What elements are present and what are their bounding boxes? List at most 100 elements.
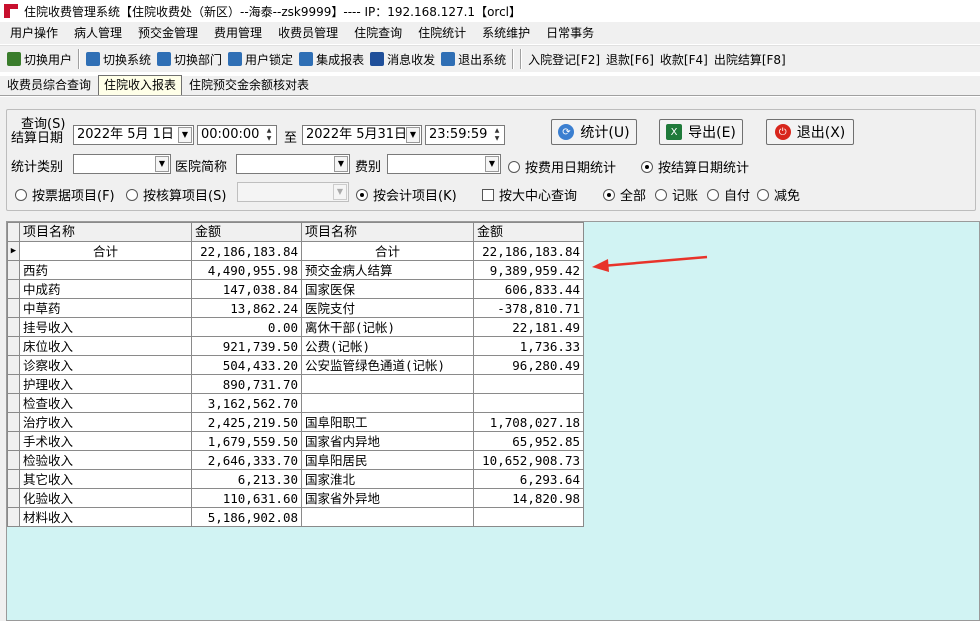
table-cell[interactable]: 22,181.49 bbox=[473, 317, 584, 337]
toolbar-button-0[interactable]: 切换用户 bbox=[4, 48, 75, 70]
table-cell[interactable]: 化验收入 bbox=[19, 488, 192, 508]
table-cell[interactable]: 合计 bbox=[301, 241, 474, 261]
table-cell[interactable]: 10,652,908.73 bbox=[473, 450, 584, 470]
menu-item-7[interactable]: 系统维护 bbox=[474, 22, 538, 44]
time-from-stepper[interactable]: 00:00:00 ▲ ▼ bbox=[197, 125, 277, 145]
table-cell[interactable]: 预交金病人结算 bbox=[301, 260, 474, 280]
table-cell[interactable] bbox=[301, 374, 474, 394]
table-cell[interactable]: 医院支付 bbox=[301, 298, 474, 318]
table-cell[interactable]: 国家省内异地 bbox=[301, 431, 474, 451]
menu-item-3[interactable]: 费用管理 bbox=[206, 22, 270, 44]
table-cell[interactable] bbox=[301, 507, 474, 527]
table-row[interactable]: 材料收入 5,186,902.08 bbox=[7, 507, 584, 527]
table-cell[interactable]: 22,186,183.84 bbox=[473, 241, 584, 261]
table-cell[interactable]: 3,162,562.70 bbox=[191, 393, 302, 413]
menu-item-6[interactable]: 住院统计 bbox=[410, 22, 474, 44]
category-select[interactable]: ▼ bbox=[73, 154, 171, 174]
toolbar-button-2[interactable]: 切换部门 bbox=[154, 48, 225, 70]
table-row[interactable]: 检验收入 2,646,333.70 国阜阳居民 10,652,908.73 bbox=[7, 450, 584, 470]
table-row[interactable]: 中草药 13,862.24 医院支付 -378,810.71 bbox=[7, 298, 584, 318]
table-cell[interactable]: -378,810.71 bbox=[473, 298, 584, 318]
checkbox-box[interactable] bbox=[482, 188, 494, 201]
spin-arrows-icon[interactable]: ▲ ▼ bbox=[263, 127, 275, 143]
toolbar-button-4[interactable]: 集成报表 bbox=[296, 48, 367, 70]
toolbar-button-6[interactable]: 退出系统 bbox=[438, 48, 509, 70]
table-cell[interactable]: 治疗收入 bbox=[19, 412, 192, 432]
table-cell[interactable]: 国家淮北 bbox=[301, 469, 474, 489]
table-cell[interactable]: 合计 bbox=[19, 241, 192, 261]
radio-settle-date[interactable]: 按结算日期统计 bbox=[641, 157, 749, 176]
hospital-select[interactable]: ▼ bbox=[236, 154, 350, 174]
chevron-down-icon[interactable]: ▼ bbox=[178, 127, 192, 143]
table-cell[interactable]: 6,213.30 bbox=[191, 469, 302, 489]
table-row[interactable]: 化验收入 110,631.60 国家省外异地 14,820.98 bbox=[7, 488, 584, 508]
radio-account-item[interactable]: 按会计项目(K) bbox=[356, 185, 457, 204]
table-cell[interactable]: 0.00 bbox=[191, 317, 302, 337]
table-cell[interactable]: 110,631.60 bbox=[191, 488, 302, 508]
radio-circle-selected[interactable] bbox=[641, 160, 653, 173]
table-row[interactable]: 床位收入 921,739.50 公费(记帐) 1,736.33 bbox=[7, 336, 584, 356]
radio-circle[interactable] bbox=[508, 160, 520, 173]
table-cell[interactable]: 国阜阳居民 bbox=[301, 450, 474, 470]
table-cell[interactable]: 国家省外异地 bbox=[301, 488, 474, 508]
table-row[interactable]: 中成药 147,038.84 国家医保 606,833.44 bbox=[7, 279, 584, 299]
toolbar-button-7[interactable]: 入院登记[F2] bbox=[525, 48, 603, 70]
table-cell[interactable] bbox=[473, 374, 584, 394]
column-header[interactable]: 项目名称 bbox=[19, 222, 192, 242]
table-cell[interactable]: 1,708,027.18 bbox=[473, 412, 584, 432]
time-to-stepper[interactable]: 23:59:59 ▲ ▼ bbox=[425, 125, 505, 145]
radio-fee-date[interactable]: 按费用日期统计 bbox=[508, 157, 616, 176]
table-cell[interactable]: 诊察收入 bbox=[19, 355, 192, 375]
toolbar-button-9[interactable]: 收款[F4] bbox=[657, 48, 711, 70]
table-row[interactable]: 治疗收入 2,425,219.50 国阜阳职工 1,708,027.18 bbox=[7, 412, 584, 432]
toolbar-button-3[interactable]: 用户锁定 bbox=[225, 48, 296, 70]
table-cell[interactable]: 2,646,333.70 bbox=[191, 450, 302, 470]
radio-circle[interactable] bbox=[15, 188, 27, 201]
radio-circle[interactable] bbox=[757, 188, 769, 201]
center-query-checkbox[interactable]: 按大中心查询 bbox=[482, 185, 577, 204]
menu-item-5[interactable]: 住院查询 bbox=[346, 22, 410, 44]
tab-2[interactable]: 住院预交金余额核对表 bbox=[184, 76, 314, 95]
table-cell[interactable]: 5,186,902.08 bbox=[191, 507, 302, 527]
table-cell[interactable]: 公安监管绿色通道(记帐) bbox=[301, 355, 474, 375]
column-header[interactable]: 金额 bbox=[191, 222, 302, 242]
table-row[interactable]: 检查收入 3,162,562.70 bbox=[7, 393, 584, 413]
date-from-picker[interactable]: 2022年 5月 1日 ▼ bbox=[73, 125, 194, 145]
chevron-down-icon[interactable]: ▼ bbox=[155, 156, 169, 172]
table-cell[interactable]: 65,952.85 bbox=[473, 431, 584, 451]
table-cell[interactable]: 22,186,183.84 bbox=[191, 241, 302, 261]
table-cell[interactable] bbox=[473, 507, 584, 527]
tab-1[interactable]: 住院收入报表 bbox=[98, 75, 183, 95]
table-cell[interactable]: 床位收入 bbox=[19, 336, 192, 356]
radio-all[interactable]: 全部 bbox=[603, 185, 646, 204]
date-to-picker[interactable]: 2022年 5月31日 ▼ bbox=[302, 125, 422, 145]
radio-circle-selected[interactable] bbox=[603, 188, 615, 201]
table-row[interactable]: ▶ 合计 22,186,183.84 合计 22,186,183.84 bbox=[7, 241, 584, 261]
table-cell[interactable]: 其它收入 bbox=[19, 469, 192, 489]
radio-charge[interactable]: 记账 bbox=[655, 185, 698, 204]
table-row[interactable]: 其它收入 6,213.30 国家淮北 6,293.64 bbox=[7, 469, 584, 489]
table-cell[interactable]: 检验收入 bbox=[19, 450, 192, 470]
radio-self-pay[interactable]: 自付 bbox=[707, 185, 750, 204]
menu-item-2[interactable]: 预交金管理 bbox=[130, 22, 206, 44]
export-button[interactable]: X 导出(E) bbox=[659, 119, 743, 145]
income-report-table[interactable]: 项目名称 金额 项目名称 金额 ▶ 合计 22,186,183.84 合计 22,186,183… bbox=[7, 222, 584, 527]
table-cell[interactable]: 公费(记帐) bbox=[301, 336, 474, 356]
table-cell[interactable]: 护理收入 bbox=[19, 374, 192, 394]
table-cell[interactable]: 4,490,955.98 bbox=[191, 260, 302, 280]
menu-item-4[interactable]: 收费员管理 bbox=[270, 22, 346, 44]
table-row[interactable]: 挂号收入 0.00 离休干部(记帐) 22,181.49 bbox=[7, 317, 584, 337]
table-row[interactable]: 西药 4,490,955.98 预交金病人结算 9,389,959.42 bbox=[7, 260, 584, 280]
table-cell[interactable]: 606,833.44 bbox=[473, 279, 584, 299]
table-cell[interactable]: 国家医保 bbox=[301, 279, 474, 299]
exit-button[interactable]: ⏻ 退出(X) bbox=[766, 119, 854, 145]
radio-circle[interactable] bbox=[126, 188, 138, 201]
table-cell[interactable]: 1,736.33 bbox=[473, 336, 584, 356]
table-cell[interactable]: 9,389,959.42 bbox=[473, 260, 584, 280]
stat-button[interactable]: ⟳ 统计(U) bbox=[551, 119, 637, 145]
menu-item-8[interactable]: 日常事务 bbox=[538, 22, 602, 44]
radio-bill-item[interactable]: 按票据项目(F) bbox=[15, 185, 115, 204]
table-row[interactable]: 手术收入 1,679,559.50 国家省内异地 65,952.85 bbox=[7, 431, 584, 451]
menu-item-1[interactable]: 病人管理 bbox=[66, 22, 130, 44]
table-cell[interactable]: 96,280.49 bbox=[473, 355, 584, 375]
